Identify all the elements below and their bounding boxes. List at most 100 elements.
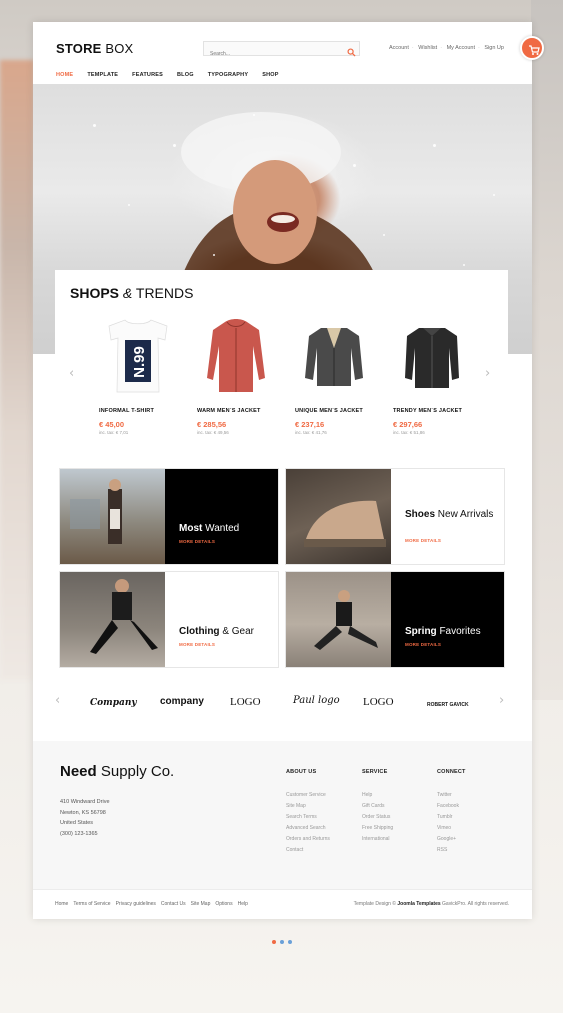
copyright-brand-link[interactable]: Joomla Templates xyxy=(397,901,440,907)
footer-link[interactable]: RSS xyxy=(437,845,466,856)
promo-spring-favorites[interactable]: Spring Favorites MORE DETAILS xyxy=(285,571,505,668)
shops-and-trends-section: SHOPS & TRENDS ‹ › N.99 INFORMAL T-SHIRT… xyxy=(55,270,508,460)
footer-link[interactable]: Gift Cards xyxy=(362,801,393,812)
promo-shoes-new-arrivals[interactable]: Shoes New Arrivals MORE DETAILS xyxy=(285,468,505,565)
footer-brand: Need Supply Co. xyxy=(60,763,175,780)
account-links: Account · Wishlist · My Account · Sign Up xyxy=(389,45,504,51)
brand-logo[interactable]: Company xyxy=(90,698,137,708)
search-box xyxy=(203,41,360,61)
product-tax: inc. tax: € 49,56 xyxy=(197,430,229,435)
footer-link[interactable]: Search Terms xyxy=(286,812,330,823)
footer-link[interactable]: Twitter xyxy=(437,790,466,801)
bottom-link[interactable]: Privacy guidelines xyxy=(116,901,156,907)
pagination-dot[interactable] xyxy=(280,940,284,944)
brand-logo[interactable]: company xyxy=(160,696,204,707)
bottom-link[interactable]: Terms of Service xyxy=(73,901,110,907)
logo-light: BOX xyxy=(101,41,134,56)
pagination-dot-active[interactable] xyxy=(272,940,276,944)
product-price: € 237,16 xyxy=(295,420,325,429)
grey-jacket-image xyxy=(299,318,369,396)
promo-clothing-gear[interactable]: Clothing & Gear MORE DETAILS xyxy=(59,571,279,668)
footer-link[interactable]: Google+ xyxy=(437,834,466,845)
promo-headline: Spring Favorites xyxy=(405,626,481,637)
footer-column-title: ABOUT US xyxy=(286,769,317,775)
slide-pagination xyxy=(272,940,292,944)
product-name: INFORMAL T-SHIRT xyxy=(99,408,155,414)
footer-link[interactable]: Tumblr xyxy=(437,812,466,823)
promo-photo xyxy=(60,469,165,564)
more-details-link[interactable]: MORE DETAILS xyxy=(179,539,215,544)
footer-link[interactable]: Customer Service xyxy=(286,790,330,801)
logos-prev-arrow-icon[interactable]: ‹ xyxy=(55,693,60,708)
my-account-link[interactable]: My Account xyxy=(447,45,475,51)
logos-next-arrow-icon[interactable]: › xyxy=(499,693,504,708)
product-card[interactable]: TRENDY MEN`S JACKET € 297,66 inc. tax: €… xyxy=(393,318,483,435)
more-details-link[interactable]: MORE DETAILS xyxy=(405,642,441,647)
promo-most-wanted[interactable]: Most Wanted MORE DETAILS xyxy=(59,468,279,565)
product-card[interactable]: N.99 INFORMAL T-SHIRT € 45,00 inc. tax: … xyxy=(99,318,189,435)
bottom-link[interactable]: Help xyxy=(238,901,248,907)
website-preview: STORE BOX Account· Wishlist· My Account·… xyxy=(33,22,532,919)
promo-headline: Most Wanted xyxy=(179,523,240,534)
product-carousel: N.99 INFORMAL T-SHIRT € 45,00 inc. tax: … xyxy=(89,318,489,438)
product-name: WARM MEN`S JACKET xyxy=(197,408,261,414)
background-blur-left xyxy=(0,60,34,680)
sign-up-link[interactable]: Sign Up xyxy=(484,45,504,51)
product-price: € 45,00 xyxy=(99,420,125,429)
cart-button[interactable] xyxy=(520,36,544,60)
footer-column-service: SERVICE Help Gift Cards Order Status Fre… xyxy=(362,769,393,845)
footer-column-title: CONNECT xyxy=(437,769,466,775)
product-tax: inc. tax: € 51,86 xyxy=(393,430,425,435)
nav-item-blog[interactable]: BLOG xyxy=(177,72,194,78)
more-details-link[interactable]: MORE DETAILS xyxy=(405,538,441,543)
more-details-link[interactable]: MORE DETAILS xyxy=(179,642,215,647)
main-nav: HOME TEMPLATE FEATURES BLOG TYPOGRAPHY S… xyxy=(56,72,279,78)
footer-link[interactable]: Vimeo xyxy=(437,823,466,834)
nav-item-template[interactable]: TEMPLATE xyxy=(87,72,118,78)
search-icon[interactable] xyxy=(347,44,357,57)
footer-link[interactable]: Site Map xyxy=(286,801,330,812)
bottom-link[interactable]: Options xyxy=(215,901,232,907)
store-logo[interactable]: STORE BOX xyxy=(56,41,133,56)
footer-column-title: SERVICE xyxy=(362,769,388,775)
footer-link[interactable]: Contact xyxy=(286,845,330,856)
product-price: € 285,56 xyxy=(197,420,227,429)
footer-link[interactable]: Facebook xyxy=(437,801,466,812)
footer-bottom-links: Home Terms of Service Privacy guidelines… xyxy=(55,901,248,907)
wishlist-link[interactable]: Wishlist xyxy=(418,45,437,51)
footer-link[interactable]: Orders and Returns xyxy=(286,834,330,845)
footer-address: 410 Windward Drive Newton, KS 56798 Unit… xyxy=(60,799,110,837)
footer-column-about: ABOUT US Customer Service Site Map Searc… xyxy=(286,769,330,856)
copyright-text: Template Design © Joomla Templates Gavic… xyxy=(353,901,509,907)
bottom-link[interactable]: Site Map xyxy=(191,901,211,907)
footer-link[interactable]: Order Status xyxy=(362,812,393,823)
search-input[interactable] xyxy=(204,47,344,61)
product-card[interactable]: UNIQUE MEN`S JACKET € 237,16 inc. tax: €… xyxy=(295,318,385,435)
account-link[interactable]: Account xyxy=(389,45,409,51)
bottom-link[interactable]: Contact Us xyxy=(161,901,186,907)
footer-link[interactable]: Advanced Search xyxy=(286,823,330,834)
brand-logo[interactable]: LOGO xyxy=(363,696,394,708)
nav-item-shop[interactable]: SHOP xyxy=(262,72,278,78)
background-blur-right xyxy=(531,0,563,700)
promo-photo xyxy=(286,572,391,667)
logo-bold: STORE xyxy=(56,41,102,56)
footer-link[interactable]: Help xyxy=(362,790,393,801)
footer-link[interactable]: Free Shipping xyxy=(362,823,393,834)
product-price: € 297,66 xyxy=(393,420,423,429)
product-card[interactable]: WARM MEN`S JACKET € 285,56 inc. tax: € 4… xyxy=(197,318,287,435)
promo-headline: Shoes New Arrivals xyxy=(405,509,494,520)
carousel-prev-arrow-icon[interactable]: ‹ xyxy=(69,366,74,381)
nav-item-features[interactable]: FEATURES xyxy=(132,72,163,78)
footer: Need Supply Co. 410 Windward Drive Newto… xyxy=(33,741,532,919)
section-title: SHOPS & TRENDS xyxy=(70,285,194,301)
pagination-dot[interactable] xyxy=(288,940,292,944)
nav-item-home[interactable]: HOME xyxy=(56,72,73,78)
tshirt-print: N.99 xyxy=(131,346,148,378)
nav-item-typography[interactable]: TYPOGRAPHY xyxy=(208,72,249,78)
brand-logo[interactable]: LOGO xyxy=(230,696,261,708)
bottom-link[interactable]: Home xyxy=(55,901,68,907)
brand-logo[interactable]: Paul logo xyxy=(293,695,340,706)
brand-logo[interactable]: ROBERT GAVICK xyxy=(427,702,469,708)
footer-link[interactable]: International xyxy=(362,834,393,845)
